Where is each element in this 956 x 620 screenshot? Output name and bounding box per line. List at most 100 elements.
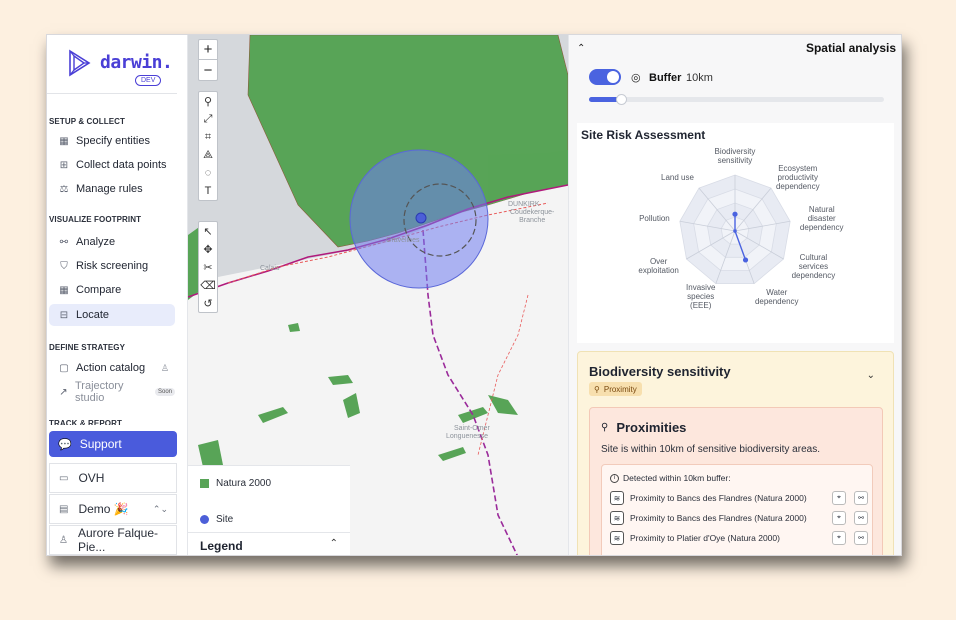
- focus-icon[interactable]: ⌖: [832, 491, 846, 505]
- layers-icon: ≋: [610, 491, 624, 505]
- radar-axis-label: Pollution: [639, 214, 670, 224]
- user-icon: ♙: [59, 534, 68, 546]
- map-label-longuenesse: Longuenesse: [446, 433, 489, 440]
- soon-badge: Soon: [154, 388, 175, 396]
- map-label-calais: Calais: [260, 265, 280, 272]
- workspace-name: Demo 🎉: [78, 502, 129, 516]
- sidebar-item-label: Action catalog: [76, 362, 146, 374]
- map-label-dunkirk: DUNKIRK: [508, 201, 540, 208]
- section-define-strategy: DEFINE STRATEGY: [49, 343, 126, 352]
- scale-icon: ⚖: [59, 183, 69, 195]
- move-tool-icon[interactable]: ✥: [199, 240, 217, 258]
- cut-tool-icon[interactable]: ✂: [199, 258, 217, 276]
- sidebar-item-action-catalog[interactable]: ▢ Action catalog ♙: [49, 357, 175, 379]
- edit-toolbar: ↖ ✥ ✂ ⌫ ↺: [198, 221, 218, 313]
- biodiversity-sensitivity-card: Biodiversity sensitivity ⌄ ⚲ Proximity ⚲…: [577, 351, 894, 555]
- buffer-icon: ◎: [631, 72, 641, 84]
- natura-area-patch: [198, 440, 223, 467]
- network-icon[interactable]: ⚯: [854, 531, 868, 545]
- building-icon: ▤: [59, 503, 69, 515]
- focus-icon[interactable]: ⌖: [832, 531, 846, 545]
- eraser-tool-icon[interactable]: ⌫: [199, 276, 217, 294]
- darwin-logo-icon: [69, 49, 91, 77]
- support-button[interactable]: 💬 Support: [49, 431, 177, 457]
- natura-area-patch: [488, 395, 518, 415]
- proximities-description: Site is within 10km of sensitive biodive…: [601, 444, 820, 455]
- sidebar-item-trajectory-studio[interactable]: ↗ Trajectory studio Soon: [49, 380, 175, 404]
- user-menu[interactable]: ♙ Aurore Falque-Pie...: [49, 525, 177, 555]
- proximities-card: ⚲ Proximities Site is within 10km of sen…: [589, 407, 883, 555]
- natura-swatch: [200, 479, 209, 488]
- radar-axis-label: Over exploitation: [638, 257, 679, 275]
- rectangle-tool-icon[interactable]: ⌗: [199, 128, 217, 146]
- radar-point: [733, 229, 737, 233]
- sidebar-item-locate[interactable]: ⊟ Locate: [49, 304, 175, 326]
- sidebar-item-analyze[interactable]: ⚯ Analyze: [49, 231, 175, 253]
- polyline-tool-icon[interactable]: ⤢: [199, 110, 217, 128]
- brand-name: darwin.: [100, 52, 173, 73]
- list-item: ≋ Proximity to Platier d'Oye (Natura 200…: [610, 529, 868, 547]
- buffer-toggle[interactable]: [589, 69, 621, 85]
- draw-toolbar: ⚲ ⤢ ⌗ ⟁ ◌ T: [198, 91, 218, 201]
- list-item: ≋ Proximity to Bancs des Flandres (Natur…: [610, 509, 868, 527]
- sidebar-item-label: Analyze: [76, 236, 116, 248]
- radar-axis-label: Land use: [661, 172, 694, 182]
- natura-area-coast: [488, 150, 568, 205]
- panel-title: Spatial analysis: [805, 41, 896, 55]
- radar-axis-label: Biodiversity sensitivity: [714, 147, 756, 165]
- map-label-gravelines: Gravelines: [386, 237, 420, 244]
- sidebar-item-manage-rules[interactable]: ⚖ Manage rules: [49, 178, 175, 200]
- panel-header: ⌃ Spatial analysis: [569, 35, 901, 61]
- table-icon: ⊞: [59, 159, 69, 171]
- divider: [188, 532, 350, 533]
- legend-title: Legend: [200, 539, 243, 553]
- natura-area-patch: [288, 323, 300, 332]
- badge-label: Proximity: [603, 384, 637, 394]
- sidebar-item-label: Trajectory studio: [74, 380, 124, 404]
- logo[interactable]: darwin. DEV: [65, 45, 175, 86]
- zoom-in-button[interactable]: +: [199, 40, 217, 60]
- buffer-slider[interactable]: [589, 94, 884, 105]
- natura-area-patch: [438, 447, 466, 461]
- radar-axis-label: Cultural services dependency: [791, 252, 836, 280]
- location-pin-icon: ⚲: [594, 384, 600, 394]
- section-setup-collect: SETUP & COLLECT: [49, 117, 126, 126]
- marker-tool-icon[interactable]: ⚲: [199, 92, 217, 110]
- sidebar-item-compare[interactable]: ▦ Compare: [49, 279, 175, 301]
- sidebar-item-specify-entities[interactable]: ▦ Specify entities: [49, 130, 175, 152]
- grid-icon: ▦: [59, 135, 69, 147]
- buffer-slider-handle[interactable]: [615, 94, 627, 105]
- polygon-tool-icon[interactable]: ⟁: [199, 146, 217, 164]
- trend-icon: ↗: [59, 386, 68, 398]
- map-view[interactable]: + − ⚲ ⤢ ⌗ ⟁ ◌ T ↖ ✥ ✂ ⌫ ↺ DUNKIRK Coudek…: [188, 35, 568, 555]
- folder-icon: ▭: [59, 472, 69, 484]
- spatial-analysis-panel: ⌃ Spatial analysis ◎ Buffer 10km Site Ri…: [568, 35, 901, 555]
- sidebar: darwin. DEV SETUP & COLLECT ▦ Specify en…: [47, 35, 188, 555]
- text-tool-icon[interactable]: T: [199, 182, 217, 200]
- sidebar-item-collect-data-points[interactable]: ⊞ Collect data points: [49, 154, 175, 176]
- zoom-out-button[interactable]: −: [199, 60, 217, 80]
- map-label-saint-omer: Saint-Omer: [454, 425, 490, 432]
- chevron-updown-icon: ⌃⌄: [152, 503, 168, 514]
- select-tool-icon[interactable]: ↖: [199, 222, 217, 240]
- network-icon[interactable]: ⚯: [854, 511, 868, 525]
- chevron-up-icon[interactable]: ⌃: [330, 538, 338, 549]
- network-icon[interactable]: ⚯: [854, 491, 868, 505]
- chevron-down-icon[interactable]: ⌄: [867, 370, 875, 381]
- collapse-caret-icon[interactable]: ⌃: [577, 43, 585, 54]
- circle-tool-icon[interactable]: ◌: [199, 164, 217, 182]
- grid-icon: ▦: [59, 284, 69, 296]
- hierarchy-icon: ⚯: [59, 236, 69, 248]
- divider: [47, 93, 177, 94]
- proximity-item-label: Proximity to Platier d'Oye (Natura 2000): [630, 533, 780, 543]
- layers-icon: ≋: [610, 531, 624, 545]
- sidebar-item-risk-screening[interactable]: ⛉ Risk screening: [49, 255, 175, 277]
- workspace-selector[interactable]: ▤ Demo 🎉 ⌃⌄: [49, 494, 177, 524]
- rotate-tool-icon[interactable]: ↺: [199, 294, 217, 312]
- focus-icon[interactable]: ⌖: [832, 511, 846, 525]
- org-selector[interactable]: ▭ OVH: [49, 463, 177, 493]
- proximity-item-label: Proximity to Bancs des Flandres (Natura …: [630, 493, 807, 503]
- section-visualize-footprint: VISUALIZE FOOTPRINT: [49, 215, 142, 224]
- legend-item-natura: Natura 2000: [200, 478, 271, 489]
- section-track-report: TRACK & REPORT: [49, 419, 122, 425]
